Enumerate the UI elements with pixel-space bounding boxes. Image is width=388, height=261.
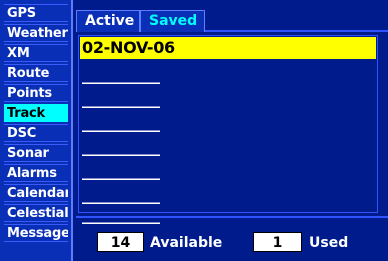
empty-track-slot[interactable]: ___________ (82, 115, 230, 135)
sidebar-item-dsc[interactable]: DSC (4, 124, 68, 142)
sidebar-item-calendar[interactable]: Calendar (4, 184, 68, 202)
used-count-box: 1 (253, 232, 302, 252)
tab-active[interactable]: Active (76, 10, 140, 32)
saved-track-row-selected[interactable]: 02-NOV-06 (80, 37, 376, 59)
empty-track-slot[interactable]: ___________ (82, 67, 230, 87)
sidebar-item-celestial[interactable]: Celestial (4, 204, 68, 222)
sidebar-item-points[interactable]: Points (4, 84, 68, 102)
available-count-box: 14 (97, 232, 144, 252)
track-panel: Active Saved 02-NOV-06 ___________ _____… (76, 0, 388, 261)
sidebar-item-message[interactable]: Message (4, 224, 68, 242)
sidebar-item-track[interactable]: Track (4, 104, 68, 122)
track-storage-status: 14 Available 1 Used (76, 216, 388, 261)
empty-track-slot[interactable]: ___________ (82, 187, 230, 207)
used-label: Used (309, 235, 349, 251)
empty-track-slot[interactable]: ___________ (82, 163, 230, 183)
saved-tracks-list: 02-NOV-06 ___________ ___________ ______… (78, 35, 378, 223)
tab-saved[interactable]: Saved (140, 10, 205, 32)
available-label: Available (150, 235, 223, 251)
sidebar-item-gps[interactable]: GPS (4, 4, 68, 22)
sidebar-item-weather[interactable]: Weather (4, 24, 68, 42)
empty-track-slot[interactable]: ___________ (82, 91, 230, 111)
sidebar-item-alarms[interactable]: Alarms (4, 164, 68, 182)
tab-bar: Active Saved (76, 0, 388, 32)
sidebar-menu: GPS Weather XM Route Points Track DSC So… (0, 0, 73, 261)
sidebar-item-xm[interactable]: XM (4, 44, 68, 62)
sidebar-item-sonar[interactable]: Sonar (4, 144, 68, 162)
empty-track-slot[interactable]: ___________ (82, 139, 230, 159)
sidebar-item-route[interactable]: Route (4, 64, 68, 82)
